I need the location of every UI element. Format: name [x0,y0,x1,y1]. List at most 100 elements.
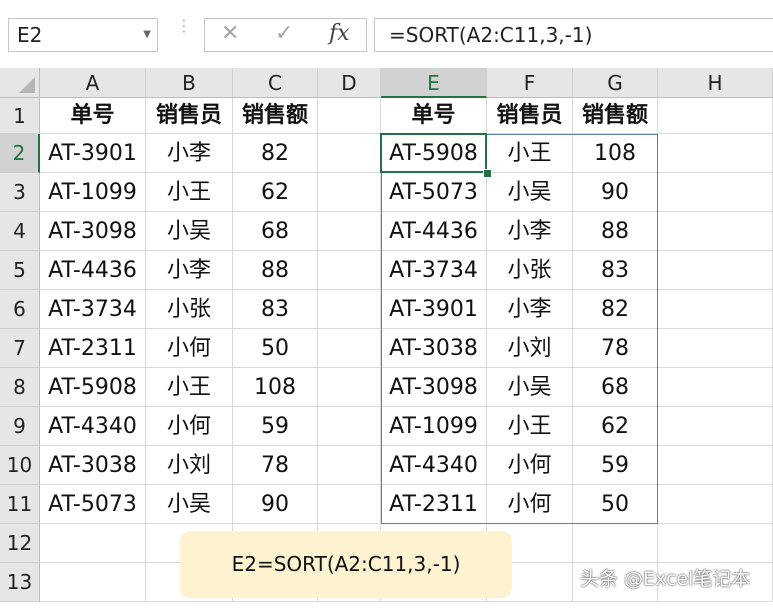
column-header-g[interactable]: G [573,68,658,98]
cell-f1[interactable]: 销售员 [487,98,573,134]
enter-icon[interactable]: ✓ [275,21,293,46]
cell-d4[interactable] [318,212,381,251]
cell-h9[interactable] [658,407,773,446]
row-header-1[interactable]: 1 [0,98,40,134]
cell-a6[interactable]: AT-3734 [40,290,146,329]
cell-e6[interactable]: AT-3901 [381,290,487,329]
cell-h10[interactable] [658,446,773,485]
cancel-icon[interactable]: ✕ [221,21,239,46]
cell-g12[interactable] [573,524,658,563]
column-header-a[interactable]: A [40,68,146,98]
cell-g8[interactable]: 68 [573,368,658,407]
cell-e10[interactable]: AT-4340 [381,446,487,485]
cell-b3[interactable]: 小王 [146,173,233,212]
cell-h5[interactable] [658,251,773,290]
select-all-corner[interactable] [0,68,40,98]
cell-g10[interactable]: 59 [573,446,658,485]
fill-handle[interactable] [483,169,492,178]
cell-a12[interactable] [40,524,146,563]
column-header-f[interactable]: F [487,68,573,98]
cell-h3[interactable] [658,173,773,212]
cell-e11[interactable]: AT-2311 [381,485,487,524]
row-header-12[interactable]: 12 [0,524,40,563]
row-header-3[interactable]: 3 [0,173,40,212]
row-header-13[interactable]: 13 [0,563,40,602]
cell-e4[interactable]: AT-4436 [381,212,487,251]
cell-g1[interactable]: 销售额 [573,98,658,134]
cell-b11[interactable]: 小吴 [146,485,233,524]
cell-a9[interactable]: AT-4340 [40,407,146,446]
row-header-7[interactable]: 7 [0,329,40,368]
cell-a3[interactable]: AT-1099 [40,173,146,212]
row-header-10[interactable]: 10 [0,446,40,485]
cell-g2[interactable]: 108 [573,134,658,173]
cell-d8[interactable] [318,368,381,407]
insert-function-icon[interactable]: fx [329,21,350,46]
cell-f2[interactable]: 小王 [487,134,573,173]
cell-c10[interactable]: 78 [233,446,318,485]
row-header-5[interactable]: 5 [0,251,40,290]
cell-h11[interactable] [658,485,773,524]
row-header-6[interactable]: 6 [0,290,40,329]
column-header-c[interactable]: C [233,68,318,98]
cell-f10[interactable]: 小何 [487,446,573,485]
cell-h1[interactable] [658,98,773,134]
cell-b4[interactable]: 小吴 [146,212,233,251]
cell-e9[interactable]: AT-1099 [381,407,487,446]
cell-d1[interactable] [318,98,381,134]
cell-f7[interactable]: 小刘 [487,329,573,368]
cell-e8[interactable]: AT-3098 [381,368,487,407]
cell-b2[interactable]: 小李 [146,134,233,173]
cell-e7[interactable]: AT-3038 [381,329,487,368]
cell-a5[interactable]: AT-4436 [40,251,146,290]
cell-h6[interactable] [658,290,773,329]
column-header-d[interactable]: D [318,68,381,98]
cell-f8[interactable]: 小吴 [487,368,573,407]
cell-a4[interactable]: AT-3098 [40,212,146,251]
cell-h7[interactable] [658,329,773,368]
chevron-down-icon[interactable]: ▼ [143,19,151,51]
cell-f5[interactable]: 小张 [487,251,573,290]
cell-c5[interactable]: 88 [233,251,318,290]
cell-d5[interactable] [318,251,381,290]
cell-b7[interactable]: 小何 [146,329,233,368]
cell-g11[interactable]: 50 [573,485,658,524]
cell-g4[interactable]: 88 [573,212,658,251]
cell-b6[interactable]: 小张 [146,290,233,329]
cell-c4[interactable]: 68 [233,212,318,251]
cell-f4[interactable]: 小李 [487,212,573,251]
cell-b9[interactable]: 小何 [146,407,233,446]
column-header-b[interactable]: B [146,68,233,98]
row-header-11[interactable]: 11 [0,485,40,524]
cell-a10[interactable]: AT-3038 [40,446,146,485]
cell-c3[interactable]: 62 [233,173,318,212]
cell-c2[interactable]: 82 [233,134,318,173]
cell-a7[interactable]: AT-2311 [40,329,146,368]
cell-f6[interactable]: 小李 [487,290,573,329]
cell-h2[interactable] [658,134,773,173]
cell-c7[interactable]: 50 [233,329,318,368]
cell-f3[interactable]: 小吴 [487,173,573,212]
cell-b5[interactable]: 小李 [146,251,233,290]
cell-f9[interactable]: 小王 [487,407,573,446]
row-header-9[interactable]: 9 [0,407,40,446]
cell-g3[interactable]: 90 [573,173,658,212]
cell-b10[interactable]: 小刘 [146,446,233,485]
cell-d11[interactable] [318,485,381,524]
row-header-2[interactable]: 2 [0,134,40,173]
cell-e1[interactable]: 单号 [381,98,487,134]
cell-g6[interactable]: 82 [573,290,658,329]
cell-e5[interactable]: AT-3734 [381,251,487,290]
cell-a11[interactable]: AT-5073 [40,485,146,524]
name-box[interactable]: E2 ▼ [8,18,158,52]
cell-h8[interactable] [658,368,773,407]
cell-g9[interactable]: 62 [573,407,658,446]
column-header-h[interactable]: H [658,68,773,98]
cell-d10[interactable] [318,446,381,485]
cell-e3[interactable]: AT-5073 [381,173,487,212]
drag-handle-icon[interactable]: ⋮ [176,18,192,34]
cell-b8[interactable]: 小王 [146,368,233,407]
cell-d7[interactable] [318,329,381,368]
cell-h12[interactable] [658,524,773,563]
cell-g7[interactable]: 78 [573,329,658,368]
